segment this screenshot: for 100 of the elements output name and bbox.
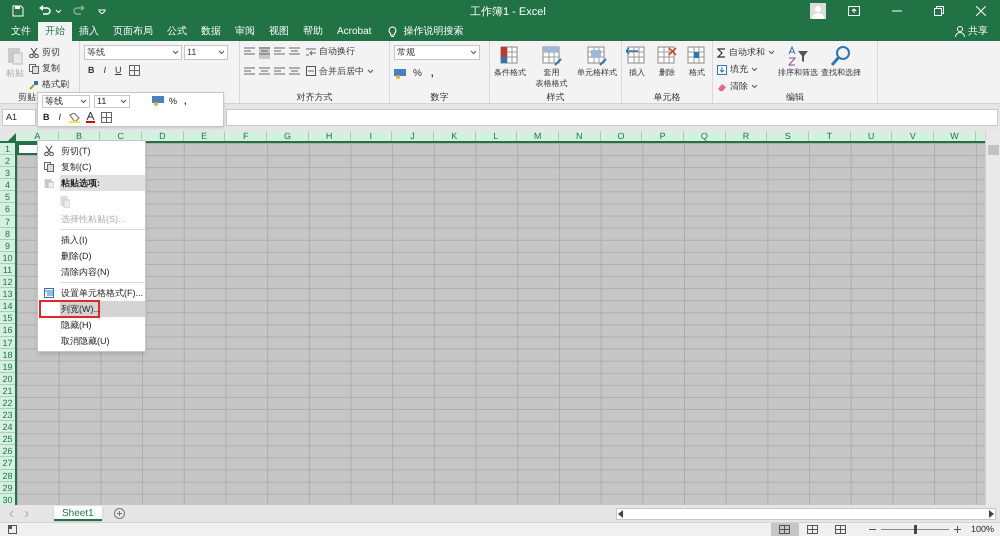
find-select-button[interactable]: 查找和选择 [821,45,861,78]
zoom-in-icon[interactable] [954,526,961,533]
bold-button[interactable]: B [87,64,96,78]
select-all-icon[interactable] [0,131,17,141]
column-header[interactable]: I [350,131,392,141]
fill-color-icon[interactable] [69,112,80,123]
zoom-out-icon[interactable] [868,526,876,533]
menu-item[interactable]: 复制(C) [60,159,145,175]
ribbon-tab[interactable]: 视图 [262,22,296,41]
caret-icon[interactable] [751,84,758,89]
column-header[interactable]: G [267,131,309,141]
ribbon-tab[interactable]: 帮助 [296,22,330,41]
row-header[interactable]: 17 [0,336,15,349]
scroll-right-icon[interactable] [987,510,995,518]
merge-center-button[interactable]: 合并后居中 [306,64,374,78]
column-header[interactable]: U [850,131,892,141]
row-header[interactable]: 10 [0,252,15,264]
row-header[interactable]: 4 [0,179,15,192]
row-header[interactable]: 6 [0,203,15,216]
column-header[interactable]: T [809,131,851,141]
scroll-thumb[interactable] [988,145,998,155]
comma-button[interactable]: , [182,94,189,108]
ribbon-tab[interactable]: 开始 [38,22,72,41]
row-header[interactable]: 21 [0,384,15,397]
insert-cells-button[interactable]: 插入 [626,45,648,78]
row-header[interactable]: 23 [0,409,15,422]
name-box[interactable]: A1 [2,109,36,126]
column-header[interactable]: J [392,131,434,141]
horizontal-scrollbar[interactable] [616,508,996,520]
column-header[interactable]: R [726,131,768,141]
row-header[interactable]: 15 [0,312,15,324]
column-header[interactable]: F [225,131,268,141]
close-icon[interactable] [976,6,986,16]
share-button[interactable]: 共享 [955,22,988,41]
menu-item[interactable]: 删除(D) [60,248,145,264]
number-format-field[interactable]: 常规 [394,45,480,60]
format-cells-button[interactable]: 格式 [686,45,708,78]
percent-button[interactable]: % [168,94,178,108]
row-header[interactable]: 16 [0,324,15,336]
column-header[interactable]: L [476,131,518,141]
caret-icon[interactable] [172,50,179,55]
italic-button[interactable]: I [102,64,108,78]
delete-cells-button[interactable]: 删除 [656,45,678,78]
caret-icon[interactable] [80,98,87,104]
cut-button[interactable]: 剪切 [29,45,69,60]
row-header[interactable]: 20 [0,372,15,385]
column-header[interactable]: E [184,131,226,141]
save-icon[interactable] [12,5,24,17]
menu-item[interactable]: 剪切(T) [60,143,145,159]
row-header[interactable]: 26 [0,445,15,458]
column-header[interactable]: Q [684,131,726,141]
formula-input[interactable] [226,109,998,126]
caret-icon[interactable] [751,67,758,72]
zoom-slider-thumb[interactable] [914,525,917,534]
undo-icon[interactable] [38,5,52,17]
row-header[interactable]: 5 [0,191,15,204]
menu-item[interactable]: 取消隐藏(U) [60,333,145,349]
row-header[interactable]: 13 [0,288,15,300]
row-header[interactable]: 2 [0,155,15,168]
ribbon-tab[interactable]: 文件 [4,22,38,41]
row-header[interactable]: 9 [0,240,15,252]
ribbon-tab[interactable]: 页面布局 [106,22,160,41]
ribbon-tab[interactable]: 公式 [160,22,194,41]
row-header[interactable]: 8 [0,228,15,240]
caret-icon[interactable] [120,98,127,104]
menu-item[interactable]: 隐藏(H) [60,317,145,333]
column-header[interactable]: S [767,131,810,141]
ribbon-tab[interactable]: Acrobat [330,22,378,41]
tell-me-search[interactable]: 操作说明搜索 [403,24,464,39]
cell-styles-button[interactable]: 单元格样式 [577,45,617,78]
underline-button[interactable]: U [114,64,123,78]
column-header[interactable]: V [892,131,934,141]
font-size-field[interactable]: 11 [94,94,130,108]
borders-icon[interactable] [101,112,112,124]
column-header[interactable]: O [600,131,642,141]
comma-button[interactable]: , [428,66,436,81]
ribbon-display-icon[interactable] [848,6,860,16]
caret-icon[interactable] [218,50,225,55]
scroll-left-icon[interactable] [617,510,625,518]
ribbon-tab[interactable]: 审阅 [228,22,262,41]
add-sheet-icon[interactable] [114,508,125,519]
column-header[interactable]: H [308,131,350,141]
macro-record-icon[interactable] [8,525,17,534]
conditional-format-button[interactable]: 条件格式 [494,45,526,78]
column-header[interactable]: W [934,131,976,141]
row-header[interactable]: 29 [0,482,15,494]
row-header[interactable]: 14 [0,300,15,312]
restore-icon[interactable] [934,6,944,16]
accounting-format-icon[interactable] [394,68,406,78]
row-header[interactable]: 28 [0,470,15,482]
row-header[interactable]: 18 [0,348,15,361]
italic-button[interactable]: I [56,111,64,124]
customize-icon[interactable] [98,8,106,14]
caret-icon[interactable] [768,50,775,55]
sheet-tab[interactable]: Sheet1 [54,506,102,521]
accounting-format-icon[interactable] [152,96,164,106]
format-painter-button[interactable]: 格式刷 [29,77,69,91]
fill-button[interactable]: 填充 [717,62,775,77]
row-header[interactable]: 24 [0,421,15,434]
caret-icon[interactable] [470,50,477,55]
